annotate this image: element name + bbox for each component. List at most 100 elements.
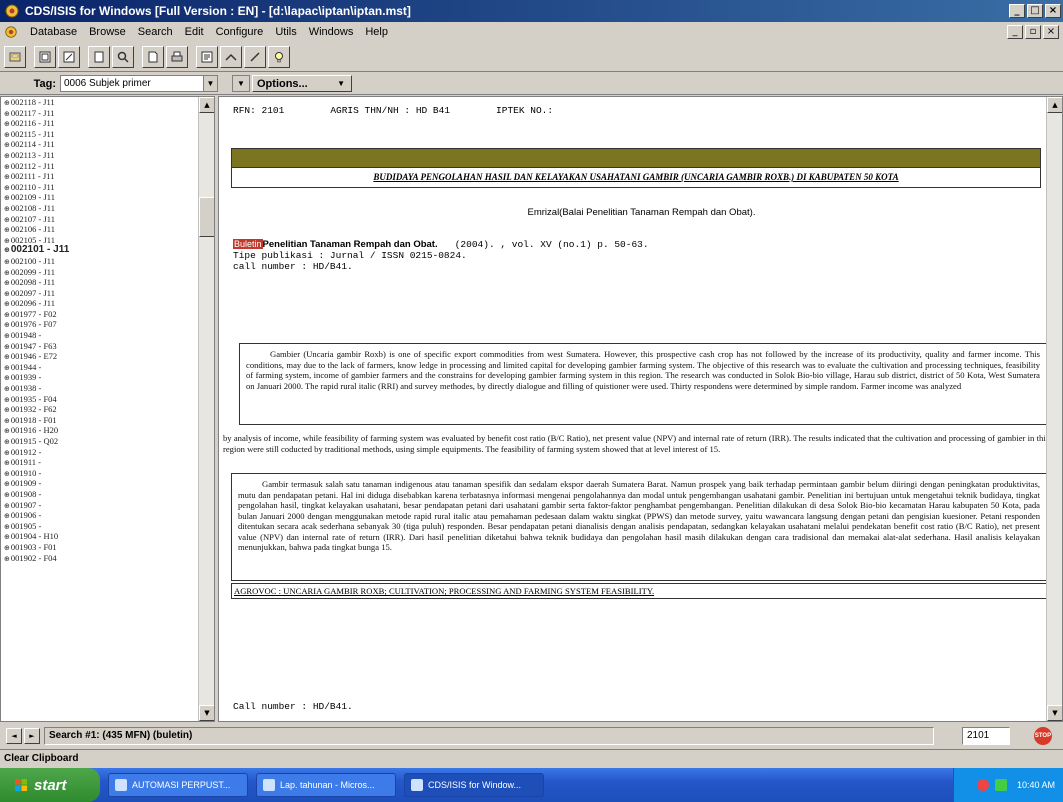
menu-utils[interactable]: Utils xyxy=(269,26,302,38)
mfn-list-item[interactable]: ⊕002107 - J11 xyxy=(1,214,199,225)
current-mfn-field[interactable]: 2101 xyxy=(962,727,1010,745)
mfn-list-item[interactable]: ⊕002109 - J11 xyxy=(1,192,199,203)
help-tip-button[interactable] xyxy=(268,45,290,68)
menu-database[interactable]: Database xyxy=(24,26,83,38)
mfn-list-item[interactable]: ⊕001912 - xyxy=(1,447,199,458)
export-button[interactable] xyxy=(220,45,242,68)
mfn-list-item[interactable]: ⊕002116 - J11 xyxy=(1,118,199,129)
mfn-list-item[interactable]: ⊕001977 - F02 xyxy=(1,309,199,320)
mfn-list-item[interactable]: ⊕001939 - xyxy=(1,372,199,383)
mfn-list-item[interactable]: ⊕001908 - xyxy=(1,489,199,500)
mfn-label: 001908 - xyxy=(10,488,42,499)
mfn-list-item[interactable]: ⊕002106 - J11 xyxy=(1,224,199,235)
scroll-up-button[interactable]: ▲ xyxy=(1047,97,1062,113)
scroll-down-button[interactable]: ▼ xyxy=(1047,705,1062,721)
menu-browse[interactable]: Browse xyxy=(83,26,132,38)
mfn-list-item[interactable]: ⊕001902 - F04 xyxy=(1,553,199,564)
scroll-down-button[interactable]: ▼ xyxy=(199,705,214,721)
mfn-list-scrollbar[interactable]: ▲ ▼ xyxy=(198,97,214,721)
next-record-button[interactable]: ► xyxy=(24,728,40,744)
mfn-list-item[interactable]: ⊕001906 - xyxy=(1,510,199,521)
network-icon[interactable] xyxy=(994,779,1007,791)
tag-select[interactable]: 0006 Subjek primer ▼ xyxy=(60,75,218,92)
mfn-list-item[interactable]: ⊕001910 - xyxy=(1,468,199,479)
mfn-list-item[interactable]: ⊕002115 - J11 xyxy=(1,129,199,140)
taskbar: start AUTOMASI PERPUST... Lap. tahunan -… xyxy=(0,768,1063,802)
mfn-list-item[interactable]: ⊕002098 - J11 xyxy=(1,277,199,288)
mdi-minimize-button[interactable]: _ xyxy=(1007,25,1023,39)
tag-dropdown-button[interactable]: ▼ xyxy=(232,75,250,92)
new-record-button[interactable] xyxy=(88,45,110,68)
options-button[interactable]: Options... ▼ xyxy=(252,75,352,92)
mfn-list-item[interactable]: ⊕002111 - J11 xyxy=(1,171,199,182)
mdi-close-button[interactable]: × xyxy=(1043,25,1059,39)
mfn-list-item[interactable]: ⊕001916 - H20 xyxy=(1,425,199,436)
mfn-list-item[interactable]: ⊕001909 - xyxy=(1,478,199,489)
mfn-list-item[interactable]: ⊕001944 - xyxy=(1,362,199,373)
mfn-label: 001915 - Q02 xyxy=(10,436,59,446)
mfn-label: 002113 - J11 xyxy=(10,149,55,160)
mfn-label: 001947 - F63 xyxy=(10,340,57,351)
taskbar-item-cds-isis[interactable]: CDS/ISIS for Window... xyxy=(404,773,544,797)
mfn-list[interactable]: ⊕002118 - J11 ⊕002117 - J11 ⊕002116 - J11 ⊕… xyxy=(1,97,199,721)
mdi-restore-button[interactable]: ▫ xyxy=(1025,25,1041,39)
edit-record-button[interactable] xyxy=(58,45,80,68)
mfn-list-item[interactable]: ⊕002100 - J11 xyxy=(1,256,199,267)
mfn-list-item[interactable]: ⊕001904 - H10 xyxy=(1,531,199,542)
stop-icon[interactable]: STOP xyxy=(1034,727,1052,745)
taskbar-item-automasi[interactable]: AUTOMASI PERPUST... xyxy=(108,773,248,797)
mfn-list-item[interactable]: ⊕001938 - xyxy=(1,383,199,394)
mfn-list-item[interactable]: ⊕001903 - F01 xyxy=(1,542,199,553)
mfn-list-item[interactable]: ⊕001976 - F07 xyxy=(1,319,199,330)
minimize-button[interactable]: _ xyxy=(1009,4,1025,18)
antivirus-icon[interactable] xyxy=(976,779,989,791)
open-database-button[interactable] xyxy=(4,45,26,68)
mfn-list-item[interactable]: ⊕002110 - J11 xyxy=(1,182,199,193)
mfn-list-item[interactable]: ⊕001932 - F62 xyxy=(1,404,199,415)
scroll-thumb[interactable] xyxy=(199,197,214,237)
menu-help[interactable]: Help xyxy=(359,26,394,38)
document-app-icon[interactable] xyxy=(4,25,18,39)
menu-search[interactable]: Search xyxy=(132,26,179,38)
menu-windows[interactable]: Windows xyxy=(303,26,360,38)
mfn-list-item[interactable]: ⊕002097 - J11 xyxy=(1,288,199,299)
mfn-list-item[interactable]: ⊕001946 - E72 xyxy=(1,351,199,362)
mfn-list-item[interactable]: ⊕002108 - J11 xyxy=(1,203,199,214)
mfn-list-item[interactable]: ⊕001911 - xyxy=(1,457,199,468)
display-format-button[interactable] xyxy=(196,45,218,68)
record-scrollbar[interactable]: ▲ ▼ xyxy=(1046,97,1062,721)
record-node-icon: ⊕ xyxy=(4,543,10,552)
browse-button[interactable] xyxy=(34,45,56,68)
mfn-list-item[interactable]: ⊕001948 - xyxy=(1,330,199,341)
clear-clipboard[interactable]: Clear Clipboard xyxy=(0,749,1063,767)
scroll-up-button[interactable]: ▲ xyxy=(199,97,214,113)
agris-field: AGRIS THN/NH : HD B41 xyxy=(330,105,451,116)
mfn-list-item[interactable]: ⊕001947 - F63 xyxy=(1,341,199,352)
mfn-list-item[interactable]: ⊕002118 - J11 xyxy=(1,97,199,108)
mfn-list-item[interactable]: ⊕002101 - J11 xyxy=(1,245,199,256)
close-button[interactable]: × xyxy=(1045,4,1061,18)
pen-tool-button[interactable] xyxy=(244,45,266,68)
taskbar-item-lap-tahunan[interactable]: Lap. tahunan - Micros... xyxy=(256,773,396,797)
menu-configure[interactable]: Configure xyxy=(210,26,270,38)
menu-edit[interactable]: Edit xyxy=(179,26,210,38)
mfn-list-item[interactable]: ⊕002112 - J11 xyxy=(1,161,199,172)
mfn-list-item[interactable]: ⊕001907 - xyxy=(1,500,199,511)
mfn-list-item[interactable]: ⊕002099 - J11 xyxy=(1,267,199,278)
mfn-list-item[interactable]: ⊕002113 - J11 xyxy=(1,150,199,161)
title-bar[interactable]: CDS/ISIS for Windows [Full Version : EN]… xyxy=(0,0,1063,22)
maximize-button[interactable]: □ xyxy=(1027,4,1043,18)
mfn-list-item[interactable]: ⊕002114 - J11 xyxy=(1,139,199,150)
mfn-list-item[interactable]: ⊕001905 - xyxy=(1,521,199,532)
print-preview-button[interactable] xyxy=(142,45,164,68)
search-button[interactable] xyxy=(112,45,134,68)
previous-record-button[interactable]: ◄ xyxy=(6,728,22,744)
mfn-list-item[interactable]: ⊕002096 - J11 xyxy=(1,298,199,309)
print-button[interactable] xyxy=(166,45,188,68)
start-button[interactable]: start xyxy=(0,768,100,802)
mfn-list-item[interactable]: ⊕001918 - F01 xyxy=(1,415,199,426)
mfn-list-item[interactable]: ⊕001915 - Q02 xyxy=(1,436,199,447)
chevron-down-icon[interactable]: ▼ xyxy=(203,76,217,91)
mfn-list-item[interactable]: ⊕001935 - F04 xyxy=(1,394,199,405)
mfn-list-item[interactable]: ⊕002117 - J11 xyxy=(1,108,199,119)
